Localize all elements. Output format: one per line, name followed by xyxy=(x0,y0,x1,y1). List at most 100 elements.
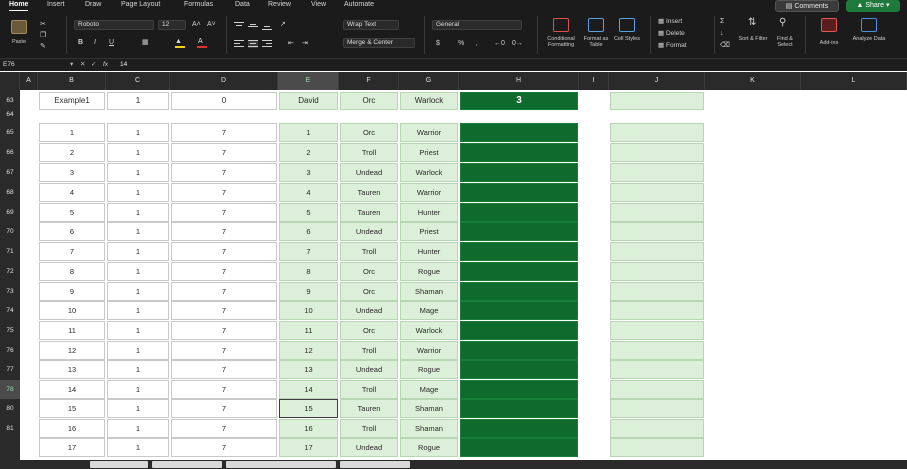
empty-cell[interactable] xyxy=(610,242,704,261)
align-middle-icon[interactable] xyxy=(248,22,258,30)
empty-cell[interactable] xyxy=(610,399,704,418)
data-cell-g[interactable]: Shaman xyxy=(400,399,458,418)
sort-filter-button[interactable]: ⇅ Sort & Filter xyxy=(738,18,768,54)
data-cell-c[interactable]: 1 xyxy=(107,399,169,418)
data-cell-d[interactable]: 7 xyxy=(171,419,277,438)
cut-icon[interactable]: ✂ xyxy=(40,20,46,29)
data-cell-g[interactable]: Rogue xyxy=(400,438,458,457)
tab-review[interactable]: Review xyxy=(268,0,291,10)
header-cell-f[interactable]: Orc xyxy=(340,92,398,110)
data-cell-c[interactable]: 1 xyxy=(107,360,169,379)
data-cell-f[interactable]: Orc xyxy=(340,282,398,301)
data-cell-b[interactable]: 16 xyxy=(39,419,105,438)
highlight-cell[interactable] xyxy=(460,183,578,202)
column-header-l[interactable]: L xyxy=(801,72,907,90)
data-cell-f[interactable]: Undead xyxy=(340,438,398,457)
header-cell-d[interactable]: 0 xyxy=(171,92,277,110)
data-cell-b[interactable]: 8 xyxy=(39,262,105,281)
column-header-g[interactable]: G xyxy=(399,72,459,90)
data-cell-c[interactable]: 1 xyxy=(107,262,169,281)
data-cell-g[interactable]: Mage xyxy=(400,301,458,320)
data-cell-b[interactable]: 3 xyxy=(39,163,105,182)
empty-cell[interactable] xyxy=(610,282,704,301)
tab-formulas[interactable]: Formulas xyxy=(184,0,213,10)
highlight-cell[interactable] xyxy=(460,123,578,142)
data-cell-d[interactable]: 7 xyxy=(171,341,277,360)
increase-indent-icon[interactable]: ⇥ xyxy=(302,39,308,48)
tab-data[interactable]: Data xyxy=(235,0,250,10)
empty-cell[interactable] xyxy=(610,438,704,457)
data-cell-d[interactable]: 7 xyxy=(171,203,277,222)
data-cell-f[interactable]: Tauren xyxy=(340,399,398,418)
percent-button[interactable]: % xyxy=(458,39,464,48)
data-cell-g[interactable]: Warlock xyxy=(400,321,458,340)
data-cell-g[interactable]: Rogue xyxy=(400,262,458,281)
tab-automate[interactable]: Automate xyxy=(344,0,374,10)
number-format-dropdown[interactable]: General xyxy=(432,20,522,30)
data-cell-c[interactable]: 1 xyxy=(107,301,169,320)
column-header-j[interactable]: J xyxy=(609,72,705,90)
data-cell-e[interactable]: 8 xyxy=(279,262,338,281)
data-cell-c[interactable]: 1 xyxy=(107,183,169,202)
column-header-c[interactable]: C xyxy=(106,72,170,90)
conditional-formatting-button[interactable]: Conditional Formatting xyxy=(543,18,579,54)
increase-decimal-icon[interactable]: ←0 xyxy=(494,39,505,48)
addins-button[interactable]: Add-ins xyxy=(812,18,846,54)
data-cell-d[interactable]: 7 xyxy=(171,282,277,301)
data-cell-e[interactable]: 13 xyxy=(279,360,338,379)
data-cell-b[interactable]: 9 xyxy=(39,282,105,301)
highlight-cell[interactable] xyxy=(460,222,578,241)
column-header-f[interactable]: F xyxy=(339,72,399,90)
insert-button[interactable]: ▦ Insert xyxy=(658,17,682,26)
header-cell-b[interactable]: Example1 xyxy=(39,92,105,110)
data-cell-c[interactable]: 1 xyxy=(107,438,169,457)
data-cell-d[interactable]: 7 xyxy=(171,321,277,340)
row-header-76[interactable]: 76 xyxy=(0,341,20,360)
data-cell-g[interactable]: Priest xyxy=(400,143,458,162)
empty-cell[interactable] xyxy=(610,321,704,340)
data-cell-e[interactable]: 3 xyxy=(279,163,338,182)
copy-icon[interactable]: ❐ xyxy=(40,31,46,40)
data-cell-b[interactable]: 11 xyxy=(39,321,105,340)
column-header-a[interactable]: A xyxy=(20,72,38,90)
data-cell-e[interactable]: 10 xyxy=(279,301,338,320)
decrease-decimal-icon[interactable]: 0→ xyxy=(512,39,523,48)
header-cell-e[interactable]: David xyxy=(279,92,338,110)
data-cell-f[interactable]: Troll xyxy=(340,242,398,261)
row-header-70[interactable]: 70 xyxy=(0,222,20,241)
data-cell-g[interactable]: Priest xyxy=(400,222,458,241)
align-right-icon[interactable] xyxy=(262,40,272,48)
row-header-68[interactable]: 68 xyxy=(0,183,20,202)
find-select-button[interactable]: ⚲ Find & Select xyxy=(770,18,800,54)
data-cell-b[interactable]: 7 xyxy=(39,242,105,261)
data-cell-b[interactable]: 6 xyxy=(39,222,105,241)
column-header-h[interactable]: H xyxy=(459,72,579,90)
data-cell-c[interactable]: 1 xyxy=(107,203,169,222)
decrease-font-icon[interactable]: A˅ xyxy=(207,20,216,29)
data-cell-f[interactable]: Troll xyxy=(340,419,398,438)
currency-button[interactable]: $ xyxy=(436,39,440,48)
data-cell-b[interactable]: 10 xyxy=(39,301,105,320)
cell-styles-button[interactable]: Cell Styles xyxy=(613,18,641,54)
empty-cell[interactable] xyxy=(610,92,704,110)
data-cell-e[interactable]: 7 xyxy=(279,242,338,261)
empty-cell[interactable] xyxy=(610,183,704,202)
data-cell-b[interactable]: 13 xyxy=(39,360,105,379)
data-cell-g[interactable]: Warrior xyxy=(400,123,458,142)
data-cell-d[interactable]: 7 xyxy=(171,183,277,202)
decrease-indent-icon[interactable]: ⇤ xyxy=(288,39,294,48)
highlight-cell[interactable] xyxy=(460,242,578,261)
data-cell-g[interactable]: Warlock xyxy=(400,163,458,182)
data-cell-e[interactable]: 12 xyxy=(279,341,338,360)
data-cell-d[interactable]: 7 xyxy=(171,380,277,399)
tab-view[interactable]: View xyxy=(311,0,326,10)
row-header-65[interactable]: 65 xyxy=(0,123,20,142)
data-cell-b[interactable]: 17 xyxy=(39,438,105,457)
fill-icon[interactable]: ↓ xyxy=(720,29,724,38)
column-header-e[interactable]: E xyxy=(278,72,339,90)
align-top-icon[interactable] xyxy=(234,22,244,30)
align-left-icon[interactable] xyxy=(234,40,244,48)
select-all-corner[interactable] xyxy=(0,72,20,90)
data-cell-b[interactable]: 5 xyxy=(39,203,105,222)
empty-cell[interactable] xyxy=(610,163,704,182)
